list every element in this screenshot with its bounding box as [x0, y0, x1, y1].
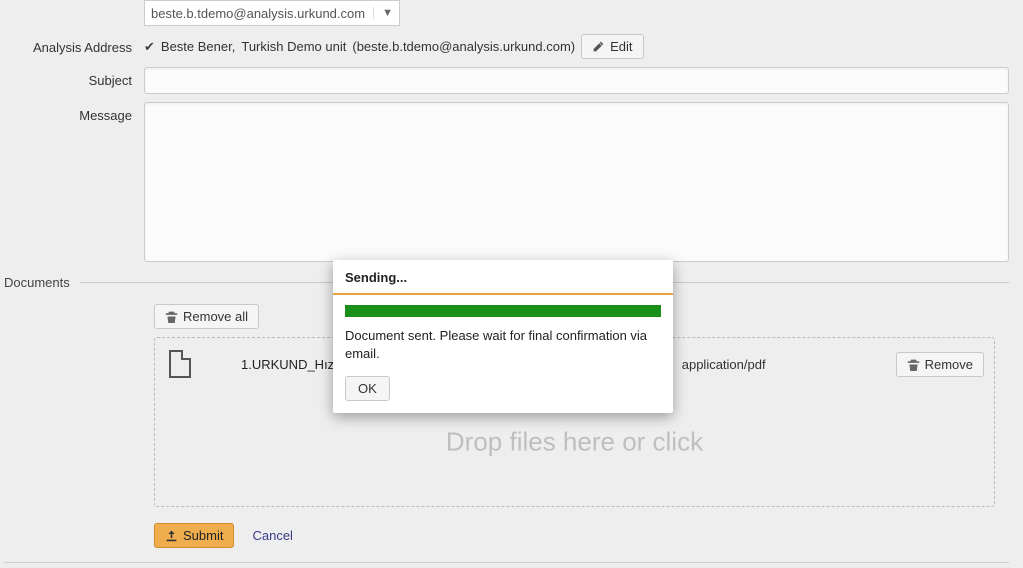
trash-icon [165, 310, 178, 323]
modal-message: Document sent. Please wait for final con… [345, 327, 661, 362]
analysis-address-label: Analysis Address [4, 34, 144, 55]
dropzone-placeholder: Drop files here or click [155, 427, 994, 458]
ok-button[interactable]: OK [345, 376, 390, 401]
documents-section-title: Documents [4, 275, 80, 290]
submit-button[interactable]: Submit [154, 523, 234, 548]
upload-icon [165, 529, 178, 542]
file-type: application/pdf [682, 357, 766, 372]
verified-unit: Turkish Demo unit [241, 39, 346, 54]
check-icon: ✔ [144, 39, 155, 55]
bottom-divider [4, 562, 1009, 563]
edit-icon [592, 40, 605, 53]
edit-button[interactable]: Edit [581, 34, 643, 59]
cancel-link[interactable]: Cancel [244, 523, 300, 548]
ok-button-label: OK [358, 381, 377, 396]
from-email-select[interactable]: beste.b.tdemo@analysis.urkund.com ▼ [144, 0, 400, 26]
subject-input[interactable] [144, 67, 1009, 94]
message-textarea[interactable] [144, 102, 1009, 262]
subject-label: Subject [4, 67, 144, 88]
verified-email: (beste.b.tdemo@analysis.urkund.com) [352, 39, 575, 54]
submit-button-label: Submit [183, 528, 223, 543]
verified-name: Beste Bener, [161, 39, 235, 54]
progress-bar [345, 305, 661, 317]
modal-title: Sending... [333, 260, 673, 295]
file-icon [169, 350, 191, 378]
remove-file-label: Remove [925, 357, 973, 372]
from-email-value: beste.b.tdemo@analysis.urkund.com [151, 6, 365, 21]
sending-modal: Sending... Document sent. Please wait fo… [333, 260, 673, 413]
remove-all-button[interactable]: Remove all [154, 304, 259, 329]
edit-button-label: Edit [610, 39, 632, 54]
trash-icon [907, 358, 920, 371]
message-label: Message [4, 102, 144, 123]
remove-all-label: Remove all [183, 309, 248, 324]
chevron-down-icon: ▼ [373, 7, 393, 19]
remove-file-button[interactable]: Remove [896, 352, 984, 377]
